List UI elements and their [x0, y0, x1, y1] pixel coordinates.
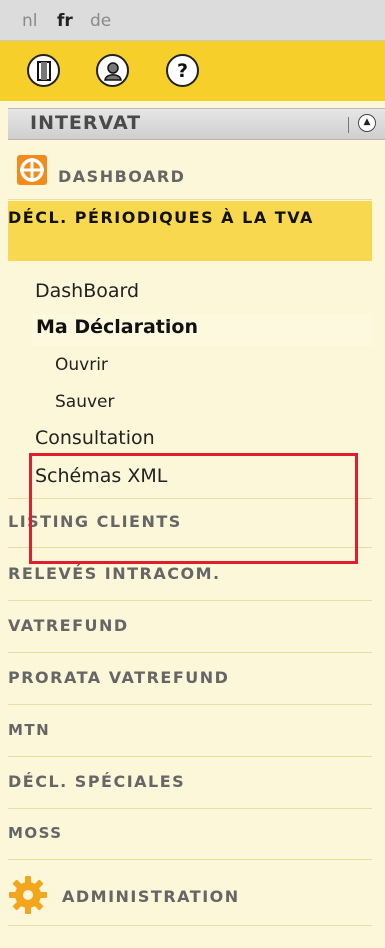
menu-item-label: PRORATA VATREFUND [8, 668, 230, 687]
menu-item-decl-periodiques[interactable]: DÉCL. PÉRIODIQUES À LA TVA [8, 201, 372, 261]
collapse-button[interactable]: ▲ [358, 114, 376, 132]
language-link-de[interactable]: de [90, 11, 111, 31]
logout-button[interactable] [27, 54, 60, 87]
toolbar: ? [0, 41, 385, 101]
menu-item-label: DASHBOARD [58, 167, 186, 186]
menu-item-administration[interactable]: ADMINISTRATION [8, 861, 372, 926]
submenu-item-dashboard[interactable]: DashBoard [35, 280, 139, 302]
gear-icon [9, 876, 47, 914]
menu-item-label: MOSS [8, 824, 63, 842]
submenu-item-ouvrir[interactable]: Ouvrir [55, 355, 108, 375]
menu-item-label: VATREFUND [8, 616, 129, 635]
language-link-fr[interactable]: fr [57, 11, 73, 31]
menu-item-label: RELEVÉS INTRACOM. [8, 564, 221, 583]
app-title: INTERVAT [30, 112, 142, 134]
header-divider [348, 117, 349, 133]
user-icon [103, 61, 122, 81]
menu-item-mtn[interactable]: MTN [8, 706, 372, 757]
help-button[interactable]: ? [166, 54, 199, 87]
chevron-up-icon: ▲ [363, 117, 371, 127]
menu-item-label: DÉCL. PÉRIODIQUES À LA TVA [8, 208, 314, 227]
submenu-item-sauver[interactable]: Sauver [55, 392, 115, 412]
menu-item-decl-speciales[interactable]: DÉCL. SPÉCIALES [8, 758, 372, 809]
menu-item-label: ADMINISTRATION [62, 887, 240, 906]
language-link-nl[interactable]: nl [22, 11, 38, 31]
submenu-item-consultation[interactable]: Consultation [35, 427, 155, 449]
app-header: INTERVAT ▲ [8, 108, 385, 140]
menu-item-label: MTN [8, 721, 51, 739]
dashboard-icon [17, 155, 47, 185]
menu-item-moss[interactable]: MOSS [8, 810, 372, 860]
door-exit-icon [36, 60, 51, 81]
menu-item-prorata-vatrefund[interactable]: PRORATA VATREFUND [8, 654, 372, 705]
menu-item-vatrefund[interactable]: VATREFUND [8, 602, 372, 653]
submenu-item-ma-declaration[interactable]: Ma Déclaration [36, 316, 198, 338]
menu-item-dashboard[interactable]: DASHBOARD [8, 140, 372, 200]
user-profile-button[interactable] [96, 54, 129, 87]
menu-item-label: DÉCL. SPÉCIALES [8, 772, 186, 791]
highlight-box [29, 453, 358, 564]
sidebar-menu: DASHBOARD DÉCL. PÉRIODIQUES À LA TVA Das… [8, 140, 385, 948]
help-icon: ? [176, 59, 189, 82]
language-bar: nl fr de [0, 0, 385, 41]
